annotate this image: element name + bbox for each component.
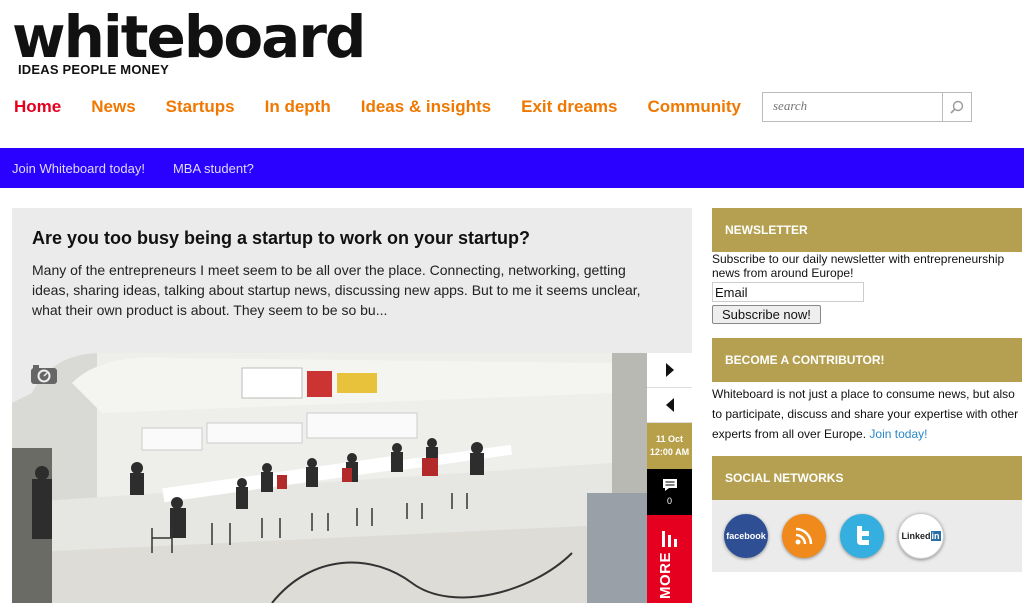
nav-in-depth[interactable]: In depth: [265, 97, 331, 117]
twitter-button[interactable]: [840, 514, 884, 558]
mba-link[interactable]: MBA student?: [173, 161, 254, 176]
date-label: 11 Oct: [655, 434, 684, 444]
featured-article: Are you too busy being a startup to work…: [12, 208, 692, 603]
bars-icon: [662, 531, 677, 547]
search-icon: [950, 100, 964, 114]
facebook-button[interactable]: facebook: [724, 514, 768, 558]
join-today-link[interactable]: Join today!: [869, 427, 927, 441]
comment-icon: [662, 479, 677, 491]
social-heading: SOCIAL NETWORKS: [712, 456, 1022, 500]
search-input[interactable]: [763, 93, 942, 119]
time-label: 12:00 AM: [649, 447, 690, 457]
facebook-icon: facebook: [726, 531, 766, 541]
newsletter-email-field[interactable]: [712, 282, 864, 302]
sidebar: NEWSLETTER Subscribe to our daily newsle…: [712, 208, 1022, 572]
photo-image: [12, 353, 647, 603]
site-logo[interactable]: whiteboard IDEAS PEOPLE MONEY: [12, 3, 366, 77]
more-button[interactable]: MORE: [647, 515, 692, 603]
nav-community[interactable]: Community: [648, 97, 742, 117]
prev-button[interactable]: [647, 388, 692, 423]
search-box: [762, 92, 972, 122]
linkedin-icon: Linkedin: [901, 531, 941, 541]
arrow-right-icon: [665, 363, 674, 377]
article-controls: 11 Oct 12:00 AM 0 MORE: [647, 353, 692, 603]
rss-icon: [795, 527, 813, 545]
newsletter-text: Subscribe to our daily newsletter with e…: [712, 252, 1005, 280]
promo-bar: Join Whiteboard today! MBA student?: [0, 148, 1024, 188]
contributor-heading: BECOME A CONTRIBUTOR!: [712, 338, 1022, 382]
next-button[interactable]: [647, 353, 692, 388]
contributor-text: Whiteboard is not just a place to consum…: [712, 382, 1022, 444]
join-link[interactable]: Join Whiteboard today!: [12, 161, 145, 176]
subscribe-button[interactable]: Subscribe now!: [712, 305, 821, 324]
nav-startups[interactable]: Startups: [166, 97, 235, 117]
social-icons: facebook Linkedin: [712, 500, 1022, 572]
comments-link[interactable]: 0: [647, 469, 692, 515]
contributor-body: Whiteboard is not just a place to consum…: [712, 387, 1019, 441]
rss-button[interactable]: [782, 514, 826, 558]
camera-icon: [31, 365, 57, 384]
main-nav: Home News Startups In depth Ideas & insi…: [14, 97, 771, 117]
linkedin-button[interactable]: Linkedin: [898, 513, 944, 559]
more-label: MORE: [657, 552, 674, 599]
arrow-left-icon: [665, 398, 674, 412]
newsletter-heading: NEWSLETTER: [712, 208, 1022, 252]
nav-exit-dreams[interactable]: Exit dreams: [521, 97, 617, 117]
comment-count: 0: [666, 496, 672, 506]
nav-home[interactable]: Home: [14, 97, 61, 117]
article-title[interactable]: Are you too busy being a startup to work…: [32, 228, 530, 249]
linkedin-label: Linked: [901, 531, 931, 541]
article-photo[interactable]: [12, 353, 647, 603]
twitter-icon: [857, 526, 869, 545]
article-date: 11 Oct 12:00 AM: [647, 423, 692, 469]
photo-badge: [30, 363, 58, 385]
nav-ideas-insights[interactable]: Ideas & insights: [361, 97, 491, 117]
article-excerpt: Many of the entrepreneurs I meet seem to…: [32, 262, 641, 318]
logo-wordmark: whiteboard: [12, 3, 366, 71]
search-button[interactable]: [941, 93, 971, 121]
nav-news[interactable]: News: [91, 97, 135, 117]
